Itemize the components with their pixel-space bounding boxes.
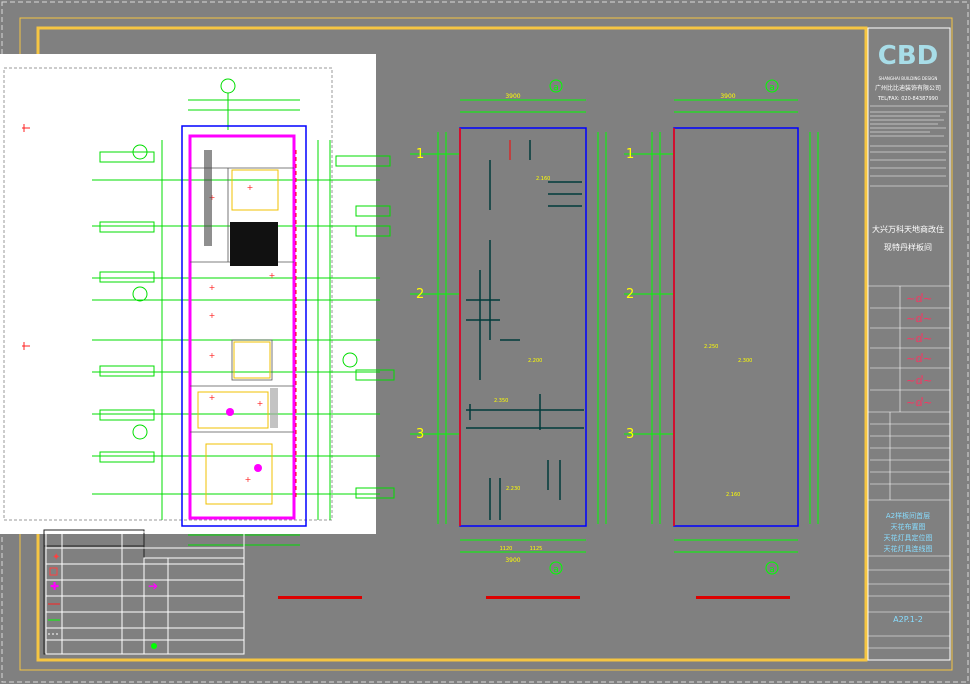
drawing-name-line: 天花灯具连线图 [884,544,933,553]
elevation-label: 2.300 [738,358,752,364]
svg-text:~ⅆ~: ~ⅆ~ [906,292,932,305]
svg-text:+: + [209,393,216,402]
svg-text:✚: ✚ [50,580,59,593]
plan-lamp-wiring[interactable]: a a 1 2 3 3900 2.250 2.300 2.160 [624,79,819,599]
svg-text:+: + [269,271,276,280]
drawing-name-line: A2样板间首层 [886,511,930,520]
company-logo: CBD [878,41,938,71]
svg-text:+: + [257,399,264,408]
svg-text:~ⅆ~: ~ⅆ~ [906,312,932,325]
elevation-label: 2.160 [536,176,550,182]
signature-marks: ~ⅆ~ ~ⅆ~ ~ⅆ~ ~ⅆ~ ~ⅆ~ ~ⅆ~ [906,292,932,409]
svg-text:✦: ✦ [52,552,60,563]
grid-label-row: 2 [416,287,424,302]
svg-text:~ⅆ~: ~ⅆ~ [906,332,932,345]
cad-viewport[interactable]: +++ +++ +++ ✦ ✚ ➔ [0,0,970,684]
elevation-label: 2.200 [528,358,542,364]
drawing-name-line: 天花布置图 [891,522,926,531]
cad-drawing-canvas[interactable]: +++ +++ +++ ✦ ✚ ➔ [0,0,970,684]
svg-text:+: + [209,283,216,292]
elevation-label: 2.250 [704,344,718,350]
project-name: 大兴万科天地商改住 [872,224,944,234]
dimension-top-total: 3900 [505,93,520,100]
light-fixture-icon [254,464,262,472]
project-subname: 现特丹样板间 [884,242,932,252]
elevation-label: 2.160 [726,492,740,498]
grid-label-row: 2 [626,287,634,302]
grid-label-row: 3 [626,427,634,442]
svg-text:+: + [245,475,252,484]
grid-label-column: a [553,83,559,93]
svg-text:+: + [209,311,216,320]
dark-ceiling-panel [230,222,278,266]
svg-text:~ⅆ~: ~ⅆ~ [906,352,932,365]
svg-text:➔: ➔ [148,579,158,593]
svg-text:~ⅆ~: ~ⅆ~ [906,396,932,409]
dimension-bottom-left: 1120 [500,546,513,552]
svg-text:+: + [209,351,216,360]
light-fixture-icon [226,408,234,416]
title-block[interactable]: CBD SHANGHAI BUILDING DESIGN 广州比比迪装饰有限公司… [867,27,951,661]
grid-label-column: a [769,83,775,93]
grid-label-column: a [553,565,559,575]
company-tel: TEL/FAX: 020-84387990 [877,96,938,102]
dimension-bottom-mid: 1125 [530,546,543,552]
dimension-bottom-total: 3900 [505,557,520,564]
drawing-number: A2P.1-2 [893,615,923,624]
company-name-en: SHANGHAI BUILDING DESIGN [879,76,938,81]
elevation-label: 2.230 [506,486,520,492]
grid-label-row: 1 [626,147,634,162]
svg-text:+: + [247,183,254,192]
company-name-cn: 广州比比迪装饰有限公司 [875,84,941,92]
legend-table[interactable] [43,529,245,655]
grid-label-column: a [769,565,775,575]
legend-symbols: ✦ ✚ ➔ [48,552,158,649]
grid-label-row: 3 [416,427,424,442]
drawing-name-line: 天花灯具定位图 [884,533,933,542]
svg-text:~ⅆ~: ~ⅆ~ [906,374,932,387]
grid-label-row: 1 [416,147,424,162]
elevation-label: 2.350 [494,398,508,404]
dimension-top-total: 3900 [720,93,735,100]
